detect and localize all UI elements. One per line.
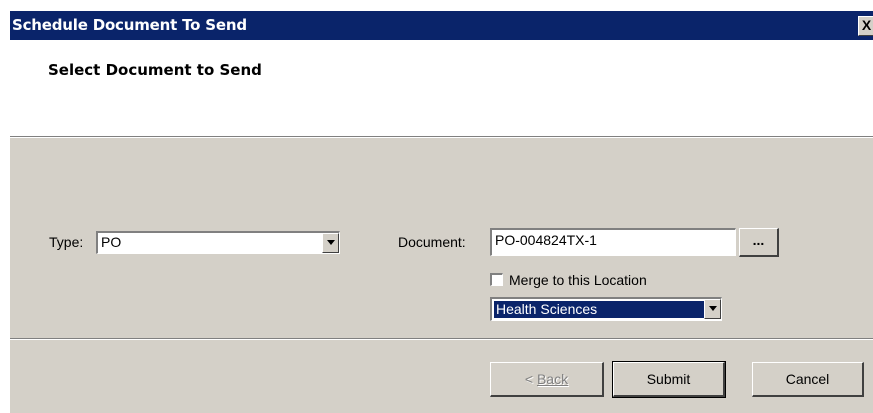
- browse-label: ...: [752, 232, 765, 248]
- back-arrow-icon: <: [524, 371, 537, 387]
- cancel-button[interactable]: Cancel: [752, 362, 864, 397]
- footer-divider: [10, 338, 873, 340]
- merge-label: Merge to this Location: [509, 272, 647, 288]
- merge-checkbox[interactable]: [490, 273, 503, 286]
- type-label: Type:: [49, 234, 84, 250]
- close-button[interactable]: X: [858, 16, 873, 36]
- document-label: Document:: [398, 234, 466, 250]
- document-value: PO-004824TX-1: [495, 232, 597, 248]
- content-panel: [10, 138, 873, 413]
- location-value: Health Sciences: [496, 301, 598, 317]
- chevron-down-icon[interactable]: [322, 233, 339, 253]
- submit-button[interactable]: Submit: [612, 361, 726, 398]
- browse-button[interactable]: ...: [739, 228, 779, 257]
- location-selected-value: Health Sciences: [493, 300, 705, 319]
- back-button-label: Back: [536, 371, 569, 387]
- chevron-down-icon[interactable]: [704, 299, 721, 319]
- header-panel: Select Document to Send: [10, 40, 873, 136]
- location-select[interactable]: Health Sciences: [490, 297, 722, 321]
- type-value: PO: [101, 234, 122, 250]
- submit-button-label: Submit: [646, 371, 691, 387]
- title-bar: Schedule Document To Send X: [10, 11, 873, 40]
- document-input[interactable]: PO-004824TX-1: [490, 228, 736, 256]
- window-title: Schedule Document To Send: [12, 16, 247, 34]
- page-title: Select Document to Send: [48, 61, 262, 79]
- close-icon: X: [861, 17, 872, 33]
- cancel-button-label: Cancel: [785, 371, 830, 387]
- type-select[interactable]: PO: [96, 231, 340, 254]
- back-button[interactable]: < Back: [490, 362, 604, 397]
